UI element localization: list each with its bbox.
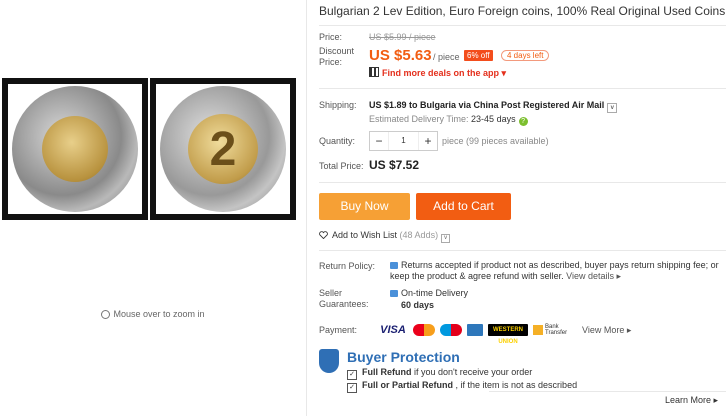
product-title: Bulgarian 2 Lev Edition, Euro Foreign co… [319,4,726,18]
discount-label-line2: Price: [319,57,343,67]
full-refund-text: if you don't receive your order [411,367,533,377]
coin-front-image [12,86,138,212]
delivery-estimate-label: Estimated Delivery Time: [369,114,469,124]
payment-methods: VISA WESTERN UNION Bank Transfer View Mor… [378,320,631,345]
divider [489,391,726,392]
image-frame-inner: 2 [156,84,290,214]
quantity-label: Quantity: [319,136,356,146]
more-deals-text: Find more deals on the app [382,68,500,78]
bank-icon [533,325,543,335]
coin-back-image: 2 [160,86,286,212]
view-more-payment-link[interactable]: View More ▸ [582,325,631,336]
heart-icon [319,231,328,239]
delivery-icon [390,290,398,297]
maestro-logo [440,324,462,336]
on-time-delivery-text: On-time Delivery [401,288,469,298]
quantity-availability: piece (99 pieces available) [442,136,549,146]
learn-more-link[interactable]: Learn More ▸ [665,395,718,406]
add-to-wishlist[interactable]: Add to Wish List (48 Adds) v [319,230,451,243]
wishlist-label: Add to Wish List [332,230,398,240]
view-details-text: View details [566,271,614,281]
divider [319,88,726,89]
quantity-input[interactable]: 1 [388,132,419,150]
shield-icon [319,349,339,373]
bank-transfer-label: Bank Transfer [545,324,567,336]
discount-price: US $5.63 [369,47,432,64]
checkmark-icon: ✓ [347,383,357,393]
seller-guarantees-label: Seller Guarantees: [319,288,369,310]
amex-logo [467,324,483,336]
buyer-protection-item: ✓ Full Refund if you don't receive your o… [347,367,532,380]
discount-label-line1: Discount [319,46,355,56]
wishlist-count: (48 Adds) [399,230,439,240]
product-details: Bulgarian 2 Lev Edition, Euro Foreign co… [319,0,728,416]
image-frame-inner [8,84,142,214]
days-left-badge: 4 days left [501,50,550,61]
add-to-cart-button[interactable]: Add to Cart [416,193,511,220]
return-policy-text: Returns accepted if product not as descr… [390,260,726,282]
total-price-label: Total Price: [319,161,364,171]
help-icon[interactable]: ? [518,117,528,126]
return-icon [390,262,398,269]
delivery-days: 60 days [401,300,435,310]
view-more-text: View More [582,324,625,335]
checkmark-icon: ✓ [347,370,357,380]
return-policy-body: Returns accepted if product not as descr… [390,260,719,281]
price-label: Price: [319,32,343,42]
western-union-logo: WESTERN UNION [488,324,528,345]
zoom-hint: Mouse over to zoom in [0,309,306,320]
coin-portrait [42,116,108,182]
bank-transfer-logo: Bank Transfer [533,324,573,336]
discount-price-label: Discount Price: [319,46,354,68]
divider [319,25,726,26]
total-price: US $7.52 [369,158,420,172]
product-gallery: 2 Mouse over to zoom in [0,0,307,416]
learn-more-text: Learn More [664,395,711,405]
zoom-hint-text: Mouse over to zoom in [113,309,205,319]
partial-refund-text: , if the item is not as described [453,380,578,390]
buy-now-button[interactable]: Buy Now [319,193,410,220]
seller-guarantees-line2: Guarantees: [319,299,369,309]
discount-badge: 6% off [464,50,493,61]
buyer-protection-title: Buyer Protection [347,349,460,365]
shipping-label: Shipping: [319,100,357,110]
partial-refund-label: Full or Partial Refund [362,380,454,390]
transfer-text: Transfer [545,330,568,336]
return-policy-label: Return Policy: [319,261,376,271]
chevron-down-icon: v [441,234,451,243]
divider [319,250,726,251]
magnifier-icon [101,310,111,320]
payment-label: Payment: [319,325,358,335]
product-image-back[interactable]: 2 [150,78,296,220]
more-deals-link[interactable]: Find more deals on the app ▾ [369,67,506,79]
product-image-front[interactable] [2,78,148,220]
delivery-estimate: Estimated Delivery Time: 23-45 days? [369,114,528,126]
chevron-down-icon: ▾ [501,68,507,78]
original-price: US $5.99 / piece [369,32,436,42]
delivery-estimate-value: 23-45 days [471,114,516,124]
per-piece-label: / piece [433,52,460,62]
coin-numeral: 2 [188,114,258,184]
shipping-text: US $1.89 to Bulgaria via China Post Regi… [369,100,605,110]
quantity-increase-button[interactable]: + [419,132,437,150]
quantity-stepper: − 1 + [369,131,438,151]
seller-guarantees: On-time Delivery 60 days [390,287,468,311]
qr-code-icon [369,67,379,77]
view-details-link[interactable]: View details ▸ [566,271,621,281]
divider [319,182,726,183]
mastercard-logo [413,324,435,336]
visa-logo: VISA [380,324,406,336]
chevron-down-icon: v [607,103,618,113]
full-refund-label: Full Refund [362,367,412,377]
quantity-decrease-button[interactable]: − [370,132,388,150]
shipping-selector[interactable]: US $1.89 to Bulgaria via China Post Regi… [369,100,618,113]
seller-guarantees-line1: Seller [319,288,343,298]
